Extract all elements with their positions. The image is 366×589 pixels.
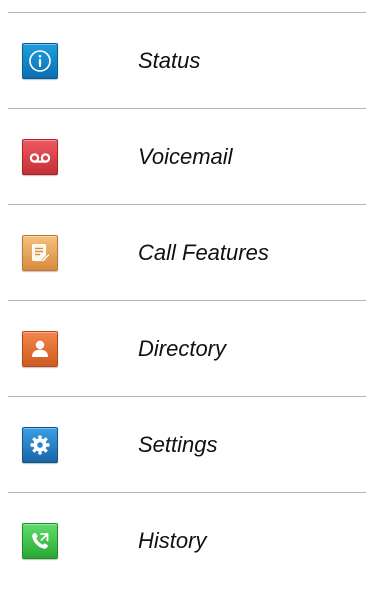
menu-item-directory[interactable]: Directory: [8, 301, 366, 397]
menu-item-history[interactable]: History: [8, 493, 366, 589]
menu-item-voicemail[interactable]: Voicemail: [8, 109, 366, 205]
info-icon: [22, 42, 58, 79]
voicemail-icon: [22, 138, 58, 175]
menu-item-status[interactable]: Status: [8, 13, 366, 109]
menu-item-label-status: Status: [138, 47, 201, 73]
call-history-icon: [22, 523, 58, 559]
menu-item-label-voicemail: Voicemail: [138, 143, 233, 169]
menu-item-settings[interactable]: Settings: [8, 397, 366, 493]
menu-item-call-features[interactable]: Call Features: [8, 205, 366, 301]
gear-icon: [22, 426, 58, 463]
menu-item-label-settings: Settings: [138, 431, 218, 457]
call-features-icon: [22, 234, 58, 271]
menu-item-label-call-features: Call Features: [138, 239, 269, 265]
menu-item-label-history: History: [138, 528, 207, 553]
contact-icon: [22, 330, 58, 367]
menu-item-label-directory: Directory: [138, 335, 227, 361]
